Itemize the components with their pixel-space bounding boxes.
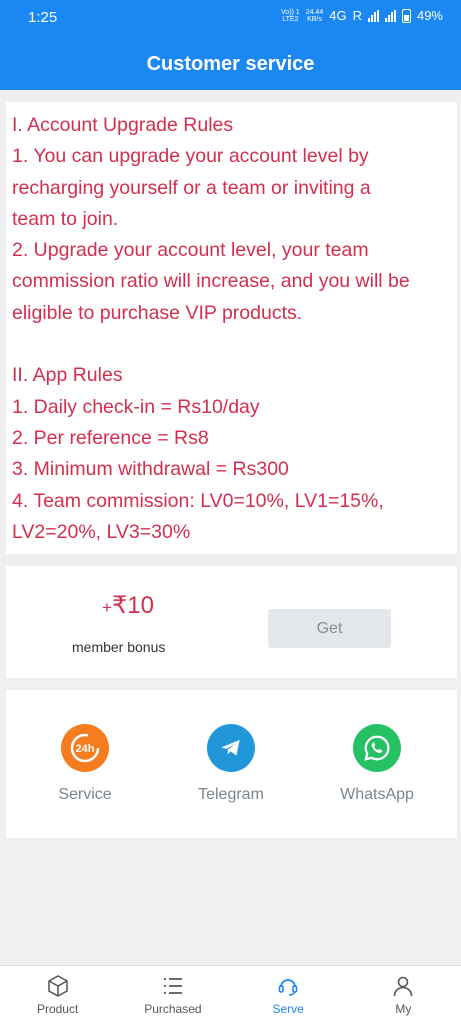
telegram-icon <box>207 724 255 772</box>
tab-serve[interactable]: Serve <box>231 966 346 1024</box>
signal-icon <box>367 9 379 22</box>
volte-top: Vo)) 1 <box>281 8 300 16</box>
battery-percent: 49% <box>416 8 443 23</box>
rules-line: commission ratio will increase, and you … <box>12 270 410 293</box>
tab-serve-label: Serve <box>272 1002 304 1016</box>
contact-telegram-label: Telegram <box>198 786 264 803</box>
rules-line: 1. Daily check-in = Rs10/day <box>12 395 260 418</box>
status-icons: Vo)) 1 LTE2 24.44 KB/s 4G R 49% <box>281 8 443 23</box>
rules-line <box>12 329 451 360</box>
list-icon <box>163 978 182 994</box>
roaming-indicator: R <box>352 8 362 23</box>
speed-value: 24.44 <box>305 8 324 16</box>
24h-service-icon: 24h <box>61 724 109 772</box>
network-speed: 24.44 KB/s <box>306 9 324 23</box>
contact-card: 24h Service Telegram WhatsApp <box>6 690 457 838</box>
rules-line: team to join. <box>12 207 119 230</box>
speed-unit: KB/s <box>307 15 322 23</box>
volte-indicator: Vo)) 1 LTE2 <box>281 9 300 23</box>
page-title: Customer service <box>146 53 315 75</box>
tab-product[interactable]: Product <box>0 966 115 1024</box>
contact-whatsapp-label: WhatsApp <box>340 786 414 803</box>
rules-line: 2. Upgrade your account level, your team <box>12 239 369 262</box>
status-bar: 1:25 Vo)) 1 LTE2 24.44 KB/s 4G R 49% <box>0 0 461 34</box>
battery-icon <box>401 8 411 23</box>
bottom-tab-bar: Product Purchased Serve My <box>0 965 461 1024</box>
tab-purchased-label: Purchased <box>144 1002 202 1016</box>
tab-my[interactable]: My <box>346 966 461 1024</box>
bonus-currency: ₹ <box>111 592 128 619</box>
signal-icon-2 <box>384 9 396 22</box>
tab-my-label: My <box>395 1002 412 1016</box>
contact-service[interactable]: 24h Service <box>25 724 145 804</box>
svg-text:24h: 24h <box>76 743 95 755</box>
rules-line: 4. Team commission: LV0=10%, LV1=15%, <box>12 489 384 512</box>
get-bonus-button[interactable]: Get <box>268 609 391 648</box>
bonus-value: 10 <box>127 592 154 619</box>
contact-service-label: Service <box>58 786 112 803</box>
rules-line: recharging yourself or a team or invitin… <box>12 176 371 199</box>
rules-card: I. Account Upgrade Rules 1. You can upgr… <box>6 102 457 554</box>
rules-line: I. Account Upgrade Rules <box>12 114 234 136</box>
tab-product-label: Product <box>36 1002 79 1016</box>
rules-line: 3. Minimum withdrawal = Rs300 <box>12 458 289 481</box>
bonus-plus: + <box>102 598 112 617</box>
app-header: Customer service <box>0 34 461 90</box>
tab-purchased[interactable]: Purchased <box>115 966 230 1024</box>
rules-line: 1. You can upgrade your account level by <box>12 145 369 168</box>
contact-telegram[interactable]: Telegram <box>171 724 291 804</box>
user-icon <box>394 976 413 997</box>
volte-bottom: LTE2 <box>282 15 299 23</box>
rules-line: eligible to purchase VIP products. <box>12 301 303 324</box>
network-type: 4G <box>329 8 347 23</box>
rules-line: 2. Per reference = Rs8 <box>12 426 209 449</box>
bonus-label: member bonus <box>72 639 166 655</box>
bonus-card: +₹10 member bonus Get <box>6 566 457 678</box>
rules-line: LV2=20%, LV3=30% <box>12 520 191 543</box>
headset-icon <box>278 979 298 996</box>
status-time: 1:25 <box>28 9 58 26</box>
rules-line: II. App Rules <box>12 364 123 387</box>
whatsapp-icon <box>353 724 401 772</box>
contact-whatsapp[interactable]: WhatsApp <box>317 724 437 804</box>
bonus-amount: +₹10 <box>102 591 154 620</box>
box-icon <box>47 975 68 997</box>
